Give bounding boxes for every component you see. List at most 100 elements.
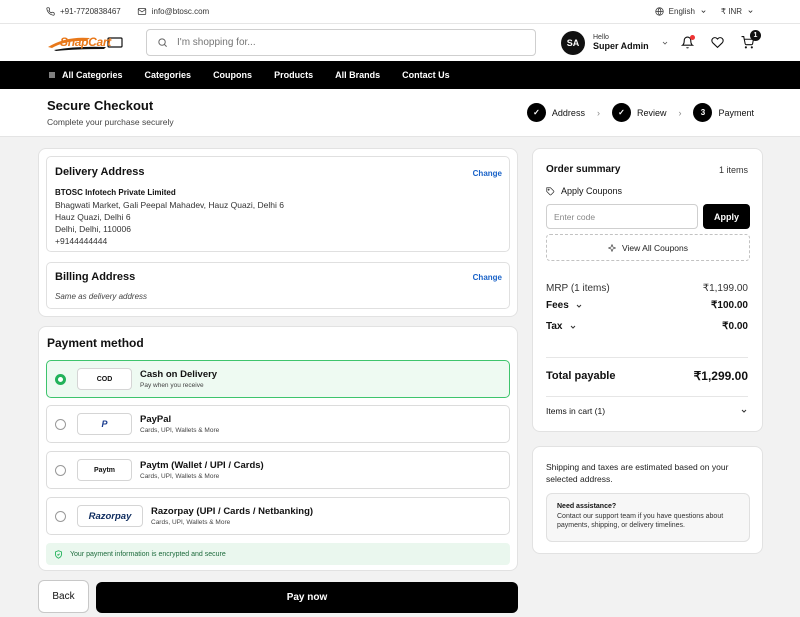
language-label: English	[668, 7, 695, 16]
user-name: Super Admin	[593, 41, 649, 51]
shipping-note: Shipping and taxes are estimated based o…	[546, 462, 729, 484]
checkout-steps: ✓ Address › ✓ Review › 3 Payment	[526, 103, 754, 122]
currency-selector[interactable]: ₹ INR	[721, 7, 754, 16]
summary-divider	[546, 396, 748, 397]
avatar: SA	[561, 30, 585, 55]
secure-payment-note: Your payment information is encrypted an…	[46, 543, 510, 565]
cart-button[interactable]: 1	[740, 29, 761, 50]
email-contact[interactable]: info@btosc.com	[137, 7, 209, 16]
chevron-down-icon	[741, 409, 747, 413]
payment-sub-razorpay: Cards, UPI, Wallets & More	[151, 519, 231, 526]
items-in-cart-label: Items in cart (1)	[546, 406, 606, 416]
coupon-code-input[interactable]: Enter code	[546, 204, 698, 229]
payment-option-paypal[interactable]: P PayPal Cards, UPI, Wallets & More	[46, 405, 510, 443]
delivery-title: Delivery Address	[55, 166, 145, 178]
site-logo[interactable]: SnapCart	[46, 32, 128, 54]
main-nav: All Categories Categories Coupons Produc…	[0, 61, 800, 89]
change-billing-link[interactable]: Change	[473, 273, 502, 282]
chevron-down-icon	[576, 304, 582, 308]
logo-text: SnapCart	[60, 34, 111, 49]
phone-contact[interactable]: +91-7720838467	[46, 7, 121, 16]
mrp-label: MRP (1 items)	[546, 283, 610, 294]
payment-title-paytm: Paytm (Wallet / UPI / Cards)	[140, 460, 264, 471]
nav-contact-us[interactable]: Contact Us	[402, 70, 450, 80]
step-payment: 3 Payment	[693, 103, 754, 122]
nav-products[interactable]: Products	[274, 70, 313, 80]
radio-unselected[interactable]	[55, 510, 66, 522]
help-box: Need assistance? Contact our support tea…	[546, 493, 750, 542]
payment-sub-paypal: Cards, UPI, Wallets & More	[140, 427, 220, 434]
language-selector[interactable]: English	[655, 7, 707, 16]
payment-sub-paytm: Cards, UPI, Wallets & More	[140, 473, 220, 480]
mail-icon	[137, 8, 146, 15]
total-row: Total payable ₹1,299.00	[546, 369, 748, 383]
billing-address-box: Billing Address Change Same as delivery …	[46, 262, 510, 309]
apply-coupons-label: Apply Coupons	[561, 186, 623, 196]
nav-categories[interactable]: Categories	[145, 70, 192, 80]
menu-icon	[49, 72, 55, 78]
step-address[interactable]: ✓ Address	[526, 103, 585, 122]
address-phone: +9144444444	[55, 236, 108, 246]
payment-card: Payment method COD Cash on Delivery Pay …	[38, 326, 518, 571]
order-summary-card: Order summary 1 items Apply Coupons Ente…	[532, 148, 763, 432]
shield-check-icon	[55, 549, 62, 559]
address-line1: Bhagwati Market, Gali Peepal Mahadev, Ha…	[55, 200, 284, 210]
summary-title: Order summary	[546, 164, 621, 175]
paytm-logo: Paytm	[77, 459, 132, 481]
paypal-logo: P	[77, 413, 132, 435]
change-delivery-link[interactable]: Change	[473, 169, 502, 178]
phone-icon	[46, 7, 55, 16]
shipping-info-card: Shipping and taxes are estimated based o…	[532, 446, 763, 554]
items-in-cart-toggle[interactable]: Items in cart (1)	[546, 406, 748, 416]
chevron-right-icon: ›	[678, 107, 682, 118]
search-bar[interactable]	[146, 29, 536, 56]
tax-row[interactable]: Tax ₹0.00	[546, 321, 748, 332]
apply-coupon-button[interactable]: Apply	[703, 204, 750, 229]
mrp-value: ₹1,199.00	[702, 283, 748, 294]
nav-coupons[interactable]: Coupons	[213, 70, 252, 80]
search-input[interactable]	[177, 37, 525, 48]
currency-label: ₹ INR	[720, 7, 742, 16]
fees-label: Fees	[546, 300, 569, 311]
payment-option-razorpay[interactable]: Razorpay Razorpay (UPI / Cards / Netbank…	[46, 497, 510, 535]
page-title: Secure Checkout	[47, 98, 154, 113]
help-text: Contact our support team if you have que…	[557, 513, 724, 529]
tax-value: ₹0.00	[722, 321, 748, 332]
globe-icon	[655, 7, 664, 16]
nav-all-categories[interactable]: All Categories	[48, 70, 123, 80]
wishlist-button[interactable]	[710, 36, 724, 50]
user-menu[interactable]: SA Hello Super Admin	[561, 30, 669, 55]
step-review[interactable]: ✓ Review	[611, 103, 667, 122]
heart-icon	[710, 37, 724, 49]
step-number: 3	[693, 103, 713, 122]
address-line2: Hauz Quazi, Delhi 6	[55, 212, 131, 222]
payment-option-cod[interactable]: COD Cash on Delivery Pay when you receiv…	[46, 360, 510, 398]
radio-unselected[interactable]	[55, 464, 66, 476]
notifications-button[interactable]	[680, 34, 695, 50]
step-label: Address	[551, 107, 585, 118]
phone-number: +91-7720838467	[60, 7, 121, 16]
page-subtitle: Complete your purchase securely	[47, 117, 174, 127]
payment-sub-cod: Pay when you receive	[140, 382, 204, 389]
cart-count-badge: 1	[750, 29, 761, 41]
chevron-down-icon	[701, 10, 706, 13]
fees-value: ₹100.00	[711, 300, 748, 311]
radio-selected[interactable]	[55, 373, 66, 385]
billing-note: Same as delivery address	[55, 292, 148, 301]
back-button[interactable]: Back	[38, 580, 89, 613]
nav-all-brands[interactable]: All Brands	[335, 70, 380, 80]
chevron-down-icon	[570, 325, 575, 329]
radio-unselected[interactable]	[55, 418, 66, 430]
view-coupons-label: View All Coupons	[622, 242, 688, 253]
step-label: Review	[636, 107, 667, 118]
fees-row[interactable]: Fees ₹100.00	[546, 300, 748, 311]
chevron-down-icon	[748, 10, 753, 13]
summary-item-count: 1 items	[718, 165, 748, 175]
payment-title-razorpay: Razorpay (UPI / Cards / Netbanking)	[151, 506, 314, 517]
address-company: BTOSC Infotech Private Limited	[55, 188, 176, 197]
view-all-coupons-button[interactable]: View All Coupons	[546, 234, 750, 261]
secure-note-text: Your payment information is encrypted an…	[70, 550, 226, 558]
pay-now-button[interactable]: Pay now	[96, 582, 518, 613]
payment-option-paytm[interactable]: Paytm Paytm (Wallet / UPI / Cards) Cards…	[46, 451, 510, 489]
chevron-right-icon: ›	[596, 107, 600, 118]
